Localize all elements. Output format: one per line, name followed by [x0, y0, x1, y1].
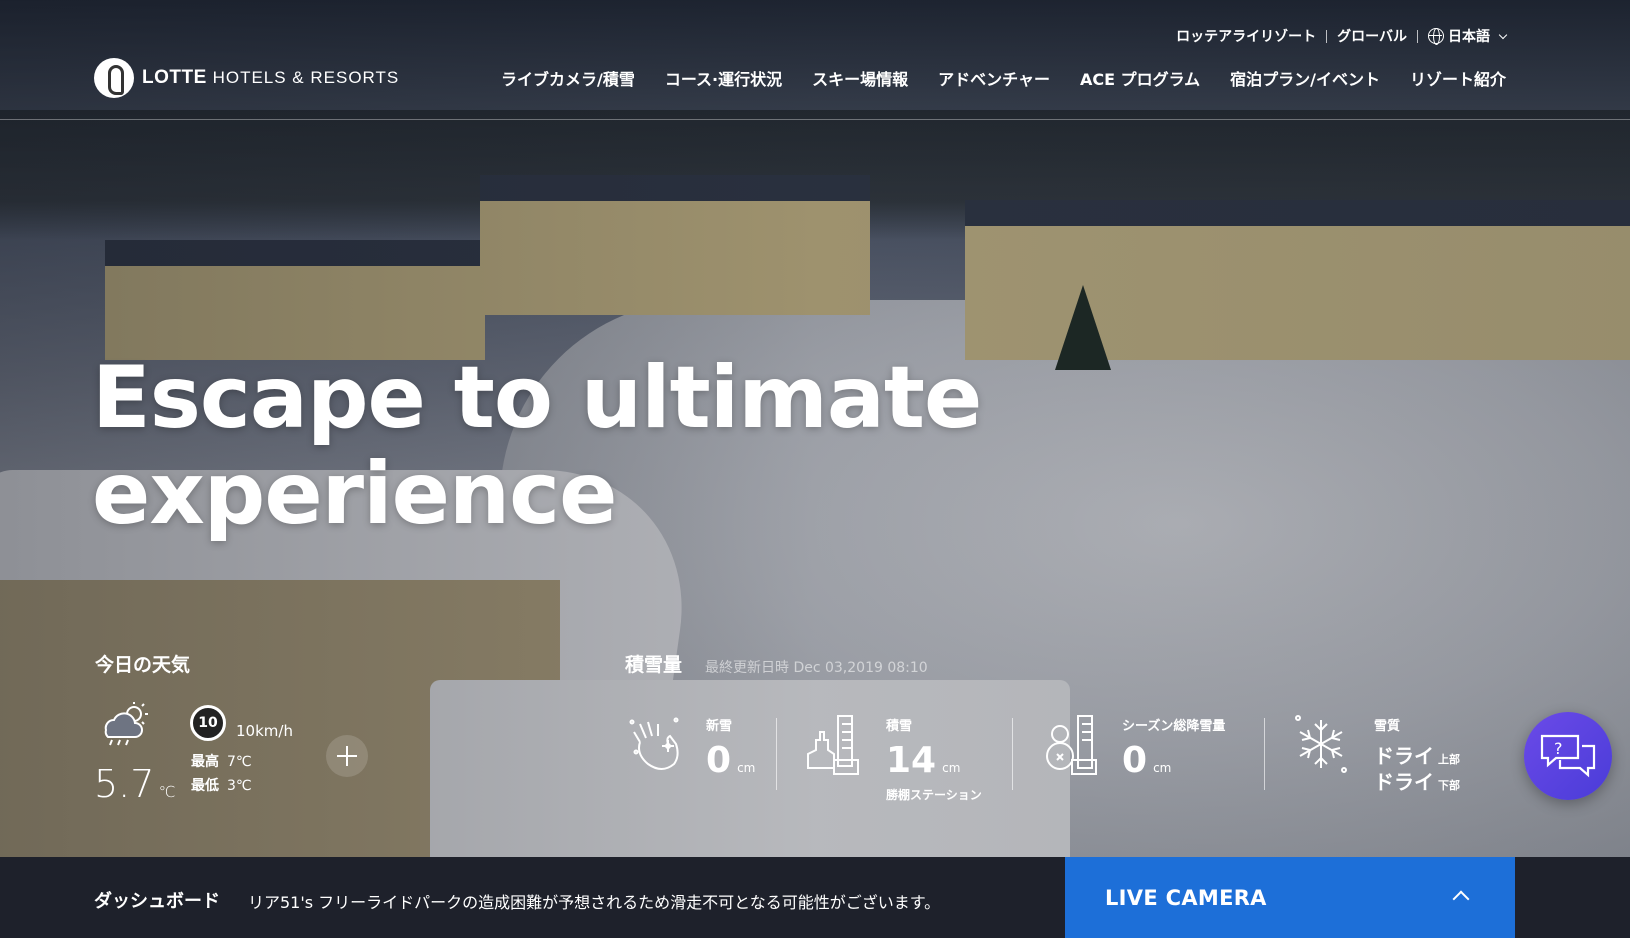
hand-snow-icon	[629, 717, 679, 770]
language-selector[interactable]: 日本語	[1428, 26, 1508, 46]
snowflake-icon	[1295, 715, 1347, 773]
snow-depth-value: 14 cm	[886, 740, 960, 781]
temperature-unit: ℃	[158, 783, 176, 801]
quality-bottom-value: ドライ	[1374, 770, 1434, 794]
util-link-global[interactable]: グローバル	[1337, 26, 1407, 46]
snow-updated-time: 最終更新日時 Dec 03,2019 08:10	[705, 660, 928, 676]
site-header: ロッテアライリゾート グローバル 日本語 LOTTE HOTELS & RESO…	[0, 0, 1630, 120]
hero-title-line2: experience	[92, 444, 617, 544]
weather-title: 今日の天気	[95, 654, 191, 676]
nav-item-resort-intro[interactable]: リゾート紹介	[1410, 66, 1506, 90]
live-camera-button[interactable]: LIVE CAMERA	[1065, 857, 1515, 938]
live-camera-label: LIVE CAMERA	[1105, 885, 1267, 910]
chevron-down-icon	[1498, 30, 1508, 39]
max-label: 最高	[191, 754, 219, 770]
snow-gauge-icon	[807, 715, 859, 775]
season-snowfall-value: 0 cm	[1122, 740, 1171, 781]
season-snowfall-label: シーズン総降雪量	[1122, 719, 1226, 734]
util-link-lotte-arai[interactable]: ロッテアライリゾート	[1176, 26, 1316, 46]
snow-quality-top: ドライ 上部	[1374, 740, 1460, 769]
nav-item-adventure[interactable]: アドベンチャー	[938, 66, 1050, 90]
logo-text: LOTTE HOTELS & RESORTS	[142, 67, 399, 89]
snow-depth-station: 勝棚ステーション	[886, 788, 982, 802]
snowman-gauge-icon	[1046, 715, 1097, 775]
quality-top-value: ドライ	[1374, 744, 1434, 768]
min-value: 3℃	[227, 778, 252, 794]
divider	[776, 718, 777, 790]
max-value: 7℃	[227, 754, 252, 770]
dashboard-bar: ダッシュボード リア51's フリーライドパークの造成困難が予想されるため滑走不…	[0, 857, 1630, 938]
snow-title: 積雪量	[625, 654, 683, 676]
nav-item-ace-program[interactable]: ACE プログラム	[1080, 66, 1200, 90]
globe-icon	[1428, 28, 1444, 45]
divider	[1326, 29, 1328, 43]
new-snow-number: 0	[706, 740, 732, 781]
logo-sub: HOTELS & RESORTS	[212, 68, 400, 87]
current-temperature: 5.7 ℃	[94, 762, 175, 806]
quality-top-unit: 上部	[1438, 753, 1460, 766]
season-snowfall-unit: cm	[1153, 761, 1172, 775]
min-label: 最低	[191, 778, 219, 794]
snow-quality-label: 雪質	[1374, 719, 1401, 734]
nav-item-live-camera[interactable]: ライブカメラ/積雪	[501, 66, 635, 90]
temperature-range: 最高 7℃ 最低 3℃	[191, 750, 252, 798]
chat-help-button[interactable]: ?	[1524, 712, 1612, 800]
nav-item-course-status[interactable]: コース·運行状況	[665, 66, 782, 90]
hero-title: Escape to ultimate experience	[92, 348, 982, 544]
new-snow-value: 0 cm	[706, 740, 755, 781]
lotte-logo-mark	[94, 58, 134, 98]
language-label: 日本語	[1448, 29, 1490, 45]
new-snow-label: 新雪	[706, 719, 733, 734]
wind-badge-icon: 10	[190, 705, 226, 741]
nav-item-ski-info[interactable]: スキー場情報	[812, 66, 908, 90]
cloud-sun-rain-icon	[104, 702, 148, 746]
main-nav: ライブカメラ/積雪 コース·運行状況 スキー場情報 アドベンチャー ACE プロ…	[501, 66, 1506, 90]
snow-quality-bottom: ドライ 下部	[1374, 766, 1460, 795]
dashboard-message[interactable]: リア51's フリーライドパークの造成困難が予想されるため滑走不可となる可能性が…	[248, 889, 940, 913]
divider	[1417, 29, 1418, 43]
snow-depth-label: 積雪	[886, 719, 913, 734]
utility-nav: ロッテアライリゾート グローバル 日本語	[1176, 26, 1508, 46]
new-snow-unit: cm	[737, 761, 756, 775]
logo[interactable]: LOTTE HOTELS & RESORTS	[94, 58, 399, 98]
chevron-up-icon	[1452, 890, 1470, 908]
temperature-value: 5.7	[94, 762, 155, 806]
divider	[1012, 718, 1013, 790]
logo-brand: LOTTE	[142, 67, 207, 88]
plus-icon[interactable]	[326, 735, 368, 777]
wind-speed: 10km/h	[236, 722, 293, 740]
snow-depth-unit: cm	[942, 761, 961, 775]
divider	[1264, 718, 1265, 790]
nav-item-stay-plans[interactable]: 宿泊プラン/イベント	[1230, 66, 1380, 90]
season-snowfall-number: 0	[1122, 740, 1148, 781]
dashboard-label: ダッシュボード	[94, 891, 220, 912]
quality-bottom-unit: 下部	[1438, 779, 1460, 792]
hero-title-line1: Escape to ultimate	[92, 348, 982, 448]
svg-text:?: ?	[1554, 739, 1563, 758]
chat-help-icon: ?	[1540, 734, 1596, 778]
snow-depth-number: 14	[886, 740, 937, 781]
